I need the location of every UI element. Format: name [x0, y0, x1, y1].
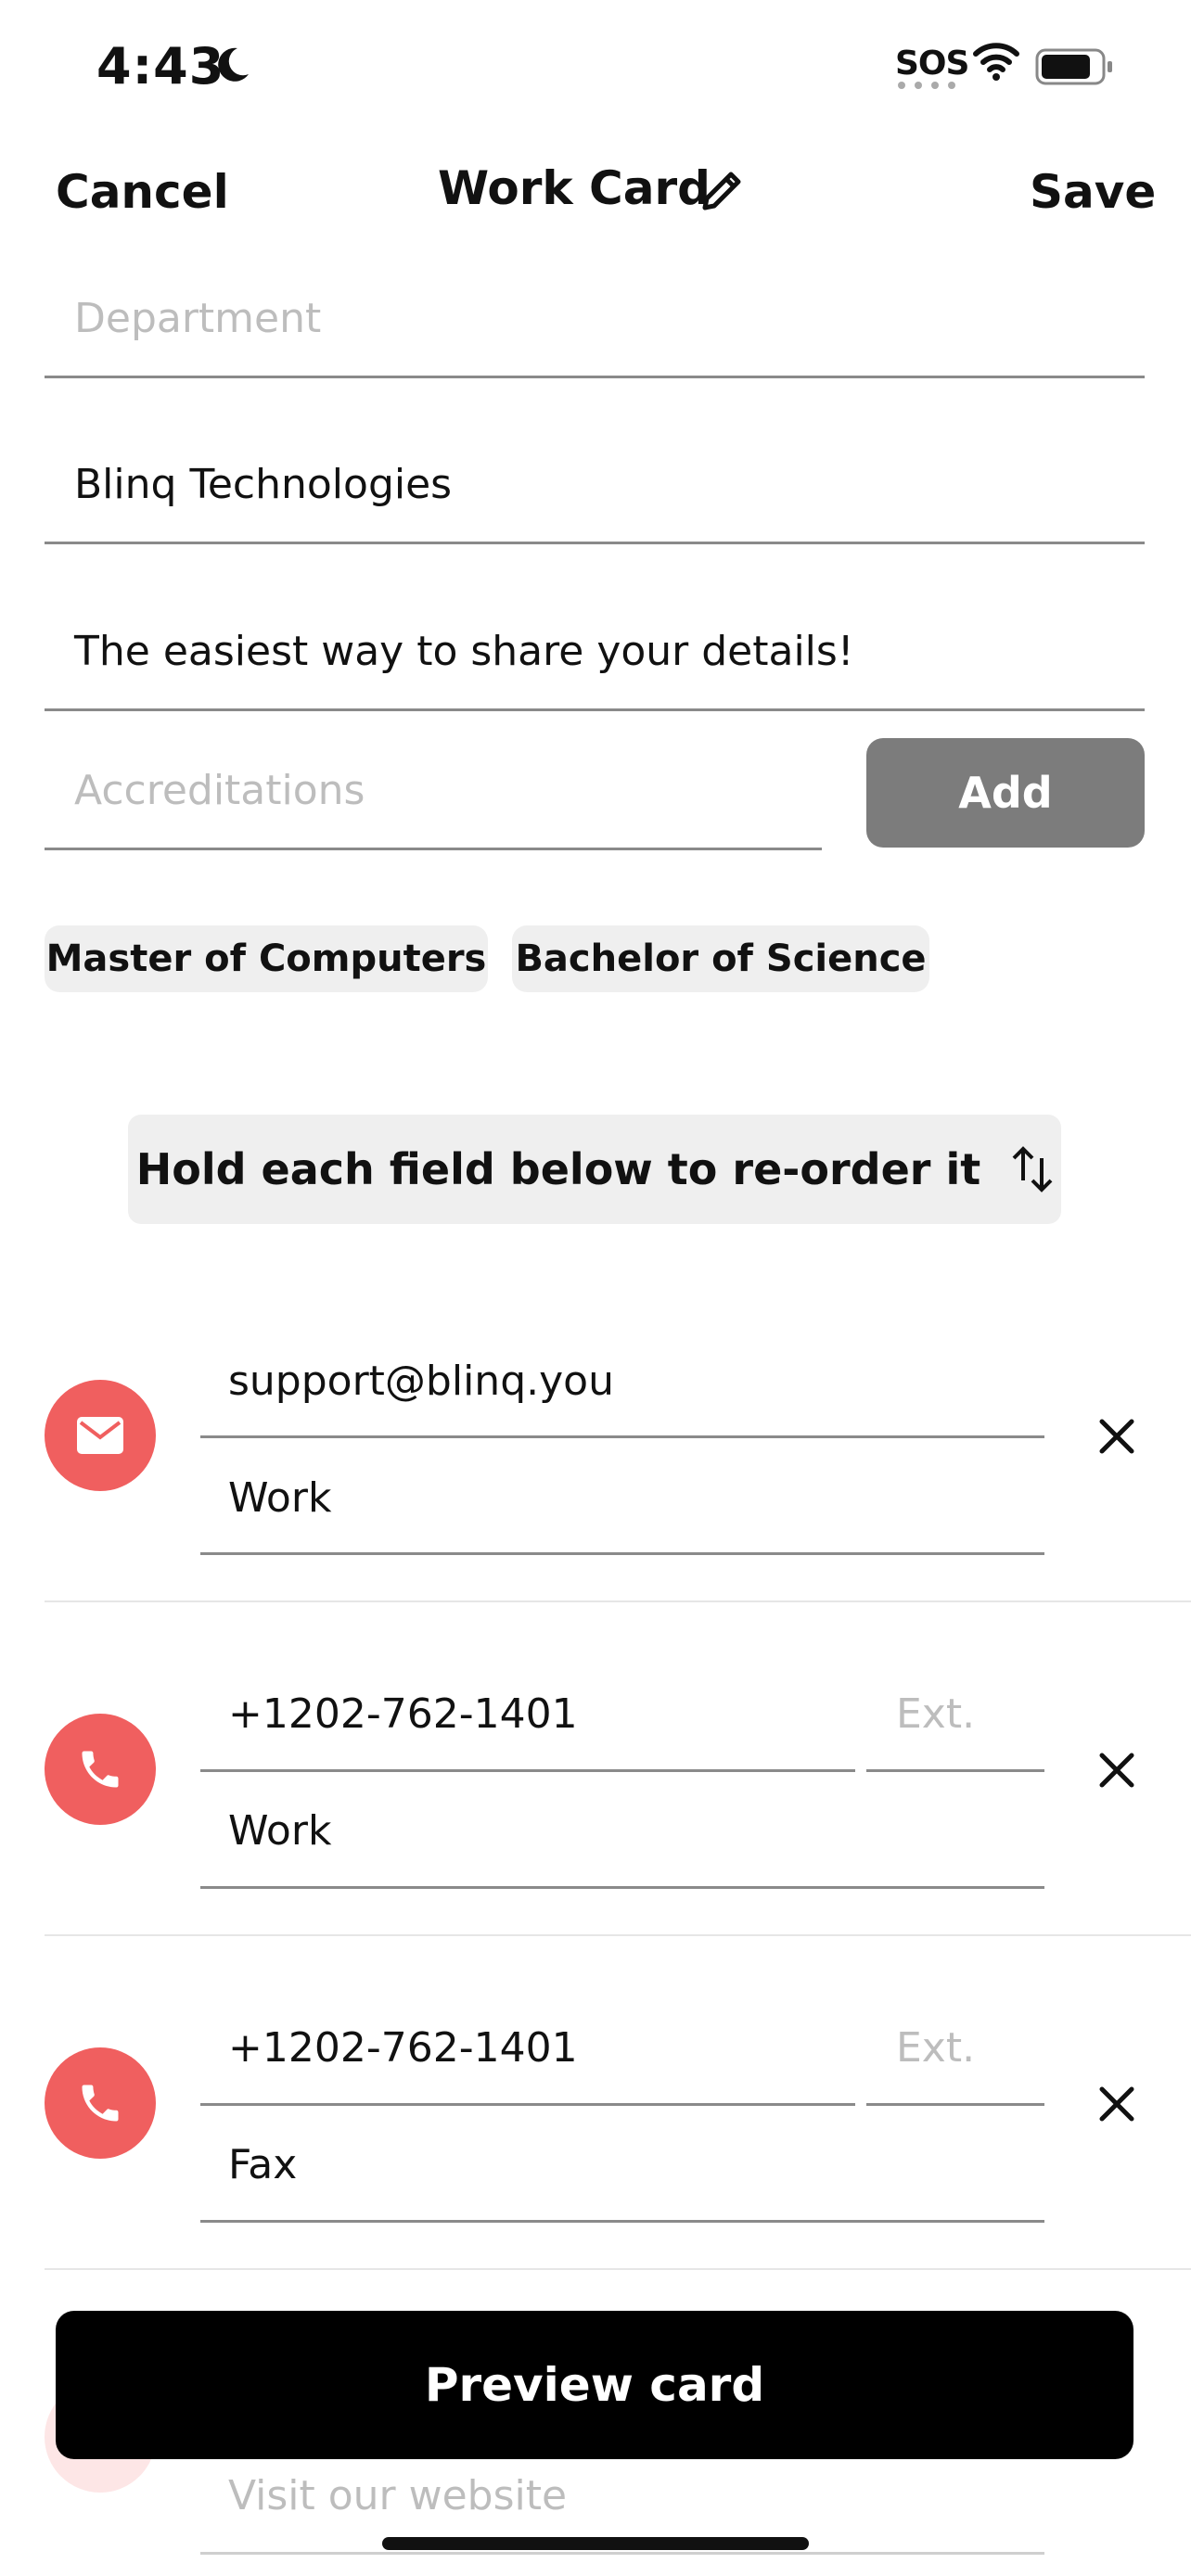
remove-field-icon[interactable]: [1096, 1416, 1137, 1457]
reorder-hint-text: Hold each field below to re-order it: [135, 1144, 981, 1194]
divider: [866, 1769, 1044, 1772]
field-separator: [45, 1600, 1191, 1602]
reorder-arrows-icon: [1012, 1146, 1053, 1192]
divider: [45, 376, 1145, 378]
add-accreditation-button[interactable]: Add: [866, 738, 1145, 848]
signal-dots-icon: [898, 82, 955, 89]
department-field[interactable]: Department: [74, 295, 321, 342]
remove-field-icon[interactable]: [1096, 1750, 1137, 1791]
cancel-button[interactable]: Cancel: [56, 165, 229, 219]
divider: [200, 1552, 1044, 1555]
divider: [45, 542, 1145, 544]
website-input[interactable]: Visit our website: [228, 2472, 567, 2519]
phone-field-icon: [45, 1714, 156, 1825]
divider: [866, 2103, 1044, 2106]
divider: [45, 708, 1145, 711]
email-value[interactable]: support@blinq.you: [228, 1358, 614, 1405]
sos-indicator: SOS: [895, 45, 969, 83]
edit-pencil-icon[interactable]: [696, 165, 748, 217]
fax-value[interactable]: +1202-762-1401: [228, 2024, 578, 2072]
headline-field[interactable]: The easiest way to share your details!: [74, 628, 853, 675]
battery-icon: [1035, 48, 1112, 85]
divider: [200, 1435, 1044, 1438]
phone-icon: [82, 1751, 119, 1788]
divider: [200, 1769, 855, 1772]
fax-field-icon: [45, 2047, 156, 2159]
phone-label[interactable]: Work: [228, 1807, 331, 1855]
moon-icon: [218, 47, 249, 82]
phone-extension-input[interactable]: Ext.: [896, 1690, 975, 1738]
accreditations-input[interactable]: Accreditations: [74, 767, 365, 814]
remove-field-icon[interactable]: [1096, 2084, 1137, 2124]
email-label[interactable]: Work: [228, 1474, 331, 1522]
divider: [200, 2103, 855, 2106]
preview-card-button[interactable]: Preview card: [56, 2311, 1133, 2459]
fax-label[interactable]: Fax: [228, 2141, 297, 2188]
phone-value[interactable]: +1202-762-1401: [228, 1690, 578, 1738]
accreditation-chip[interactable]: Bachelor of Science: [512, 925, 929, 992]
reorder-hint: Hold each field below to re-order it: [128, 1115, 1061, 1224]
card-title: Work Card: [438, 161, 711, 215]
email-field-icon: [45, 1380, 156, 1491]
divider: [200, 2220, 1044, 2223]
field-separator: [45, 2268, 1191, 2270]
wifi-icon: [973, 43, 1019, 81]
divider: [200, 2552, 1044, 2555]
home-indicator: [382, 2537, 809, 2550]
company-field[interactable]: Blinq Technologies: [74, 461, 452, 508]
divider: [200, 1886, 1044, 1889]
divider: [45, 848, 822, 850]
accreditation-chip[interactable]: Master of Computers: [45, 925, 488, 992]
fax-extension-input[interactable]: Ext.: [896, 2024, 975, 2072]
email-icon: [77, 1417, 123, 1454]
field-separator: [45, 1934, 1191, 1936]
save-button[interactable]: Save: [1030, 165, 1156, 219]
phone-icon: [82, 2085, 119, 2122]
status-time: 4:43: [96, 37, 225, 96]
